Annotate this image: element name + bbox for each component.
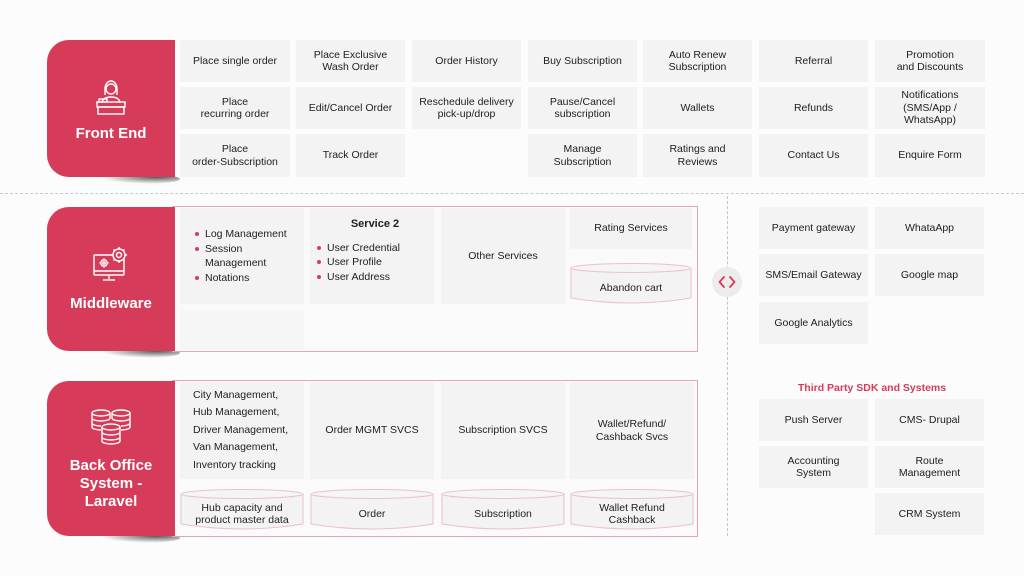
front-end-feature-card[interactable]: Auto Renew Subscription [643,40,752,82]
third-party-card[interactable]: CRM System [875,493,984,535]
third-party-card[interactable]: CMS- Drupal [875,399,984,441]
order-mgmt-card[interactable]: Order MGMT SVCS [310,382,434,479]
service-2-item: User Credential [316,241,400,256]
front-end-feature-card[interactable]: Place recurring order [180,87,290,129]
back-office-panel: Back Office System - Laravel [47,381,175,536]
database-card[interactable]: Wallet Refund Cashback [570,488,694,530]
abandon-cart-database[interactable]: Abandon cart [570,262,692,304]
integration-card[interactable]: Google map [875,254,984,296]
service-1-item: Session Management [194,242,300,271]
service-2-item: User Address [316,270,400,285]
database-label: Subscription [474,507,532,520]
service-2-title: Service 2 [350,218,400,230]
other-services-card[interactable]: Other Services [441,208,565,304]
abandon-cart-label: Abandon cart [599,281,663,294]
front-end-feature-card[interactable]: Place Exclusive Wash Order [296,40,405,82]
empty-slot [180,310,304,350]
database-label: Wallet Refund Cashback [599,501,665,527]
third-party-card[interactable]: Route Management [875,446,984,488]
front-end-feature-card[interactable]: Wallets [643,87,752,129]
integration-card[interactable]: SMS/Email Gateway [759,254,868,296]
integration-card[interactable]: Google Analytics [759,302,868,344]
database-label: Order [358,507,386,520]
front-end-feature-card[interactable]: Refunds [759,87,868,129]
service-2-list: User Credential User Profile User Addres… [316,241,400,285]
database-stack-icon [91,408,131,445]
front-end-feature-card[interactable]: Place order-Subscription [180,134,290,177]
wallet-svcs-card[interactable]: Wallet/Refund/ Cashback Svcs [570,382,694,479]
service-1-card[interactable]: Log Management Session Management Notati… [180,208,304,304]
rating-services-card[interactable]: Rating Services [570,208,692,249]
front-end-feature-card[interactable]: Promotion and Discounts [875,40,985,82]
front-end-feature-card[interactable]: Buy Subscription [528,40,637,82]
front-end-title: Front End [75,124,147,142]
third-party-title: Third Party SDK and Systems [797,382,947,394]
receptionist-icon [96,79,126,115]
front-end-feature-card[interactable]: Manage Subscription [528,134,637,177]
management-services-card[interactable]: City Management, Hub Management, Driver … [180,382,304,479]
front-end-feature-card[interactable]: Enquire Form [875,134,985,177]
service-1-list: Log Management Session Management Notati… [194,227,300,285]
service-1-item: Notations [194,271,300,286]
front-end-feature-card[interactable]: Edit/Cancel Order [296,87,405,129]
front-end-feature-card[interactable]: Referral [759,40,868,82]
front-end-feature-card[interactable]: Place single order [180,40,290,82]
database-card[interactable]: Hub capacity and product master data [180,488,304,530]
middleware-panel: Middleware [47,207,175,351]
front-end-feature-card[interactable]: Ratings and Reviews [643,134,752,177]
front-end-feature-card[interactable]: Contact Us [759,134,868,177]
subscription-svcs-card[interactable]: Subscription SVCS [441,382,565,479]
back-office-title: Back Office System - Laravel [69,456,153,510]
database-card[interactable]: Subscription [441,488,565,530]
vertical-divider [727,196,728,536]
database-label: Hub capacity and product master data [195,501,289,527]
middleware-title: Middleware [70,295,152,312]
section-divider [0,193,1024,194]
front-end-feature-card[interactable]: Notifications (SMS/App / WhatsApp) [875,87,985,129]
connector-badge [712,267,742,297]
integration-card[interactable]: WhataApp [875,207,984,249]
front-end-feature-card[interactable]: Order History [412,40,521,82]
service-1-item: Log Management [194,227,300,242]
third-party-card[interactable]: Accounting System [759,446,868,488]
integration-card[interactable]: Payment gateway [759,207,868,249]
front-end-panel: Front End [47,40,175,177]
code-brackets-icon [718,276,736,288]
front-end-feature-card[interactable]: Track Order [296,134,405,177]
database-card[interactable]: Order [310,488,434,530]
front-end-feature-card[interactable]: Pause/Cancel subscription [528,87,637,129]
service-2-item: User Profile [316,255,400,270]
front-end-feature-card[interactable]: Reschedule delivery pick-up/drop [412,87,521,129]
third-party-card[interactable]: Push Server [759,399,868,441]
monitor-gears-icon [93,247,127,281]
service-2-card[interactable]: Service 2 User Credential User Profile U… [310,208,434,304]
